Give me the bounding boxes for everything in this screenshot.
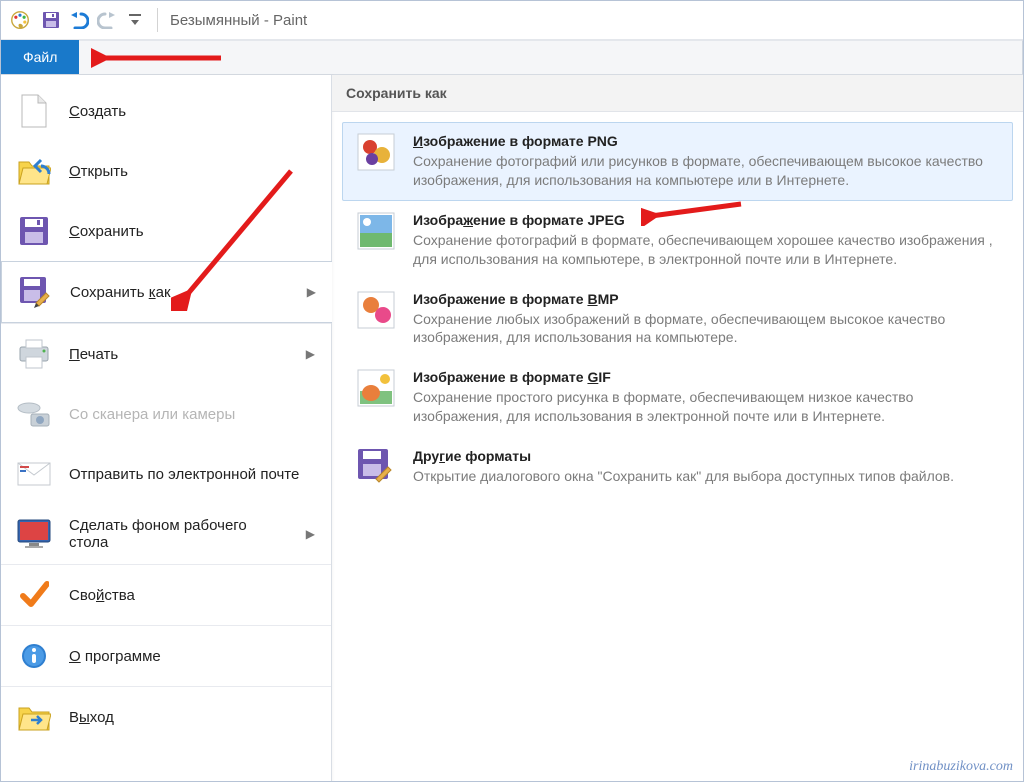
print-icon [17, 337, 51, 371]
exit-folder-icon [17, 700, 51, 734]
open-folder-icon [17, 154, 51, 188]
menu-item-label: Сохранить как [70, 284, 289, 301]
menu-item-label: Сохранить [69, 223, 315, 240]
format-title: Изображение в формате JPEG [413, 212, 998, 228]
info-icon [17, 639, 51, 673]
format-desc: Открытие диалогового окна "Сохранить как… [413, 467, 998, 486]
menu-item-label: О программе [69, 648, 315, 665]
file-backstage: Создать Открыть Сохранить Сохранить как [1, 75, 1023, 782]
qat-customize-dropdown[interactable] [125, 10, 145, 30]
format-desc: Сохранение любых изображений в формате, … [413, 310, 998, 348]
quick-access-toolbar [41, 10, 145, 30]
other-format-icon [357, 448, 395, 486]
gif-thumb-icon [357, 369, 395, 407]
paint-window: Безымянный - Paint Файл Создать Открыть [0, 0, 1024, 782]
format-desc: Сохранение фотографий в формате, обеспеч… [413, 231, 998, 269]
menu-item-label: Отправить по электронной почте [69, 466, 315, 483]
submenu-arrow-icon: ▶ [306, 527, 315, 541]
format-title: Изображение в формате BMP [413, 291, 998, 307]
menu-item-label: Открыть [69, 163, 315, 180]
ribbon-empty-area [79, 40, 1023, 74]
format-option-gif[interactable]: Изображение в формате GIF Сохранение про… [342, 358, 1013, 437]
menu-item-label: Выход [69, 709, 315, 726]
qat-undo-button[interactable] [69, 10, 89, 30]
menu-item-save-as[interactable]: Сохранить как ▶ [1, 261, 332, 323]
format-title: Изображение в формате PNG [413, 133, 998, 149]
ribbon-tabs: Файл [1, 40, 1023, 75]
email-icon [17, 457, 51, 491]
new-file-icon [17, 94, 51, 128]
qat-redo-button[interactable] [97, 10, 117, 30]
save-as-format-list: Изображение в формате PNG Сохранение фот… [332, 112, 1023, 507]
format-desc: Сохранение простого рисунка в формате, о… [413, 388, 998, 426]
menu-item-save[interactable]: Сохранить [1, 201, 331, 261]
jpeg-thumb-icon [357, 212, 395, 250]
window-title: Безымянный - Paint [170, 12, 307, 29]
format-option-jpeg[interactable]: Изображение в формате JPEG Сохранение фо… [342, 201, 1013, 280]
save-as-pane-header: Сохранить как [332, 75, 1023, 112]
tab-file[interactable]: Файл [1, 40, 79, 74]
title-bar: Безымянный - Paint [1, 1, 1023, 40]
menu-item-properties[interactable]: Свойства [1, 564, 331, 625]
format-option-bmp[interactable]: Изображение в формате BMP Сохранение люб… [342, 280, 1013, 359]
desktop-icon [17, 517, 51, 551]
menu-item-label: Печать [69, 346, 288, 363]
menu-item-exit[interactable]: Выход [1, 686, 331, 747]
submenu-arrow-icon: ▶ [307, 285, 316, 299]
paint-app-icon [9, 9, 31, 31]
checkmark-icon [17, 578, 51, 612]
menu-item-scanner: Со сканера или камеры [1, 384, 331, 444]
menu-item-label: Сделать фоном рабочего стола [69, 517, 288, 551]
format-desc: Сохранение фотографий или рисунков в фор… [413, 152, 998, 190]
save-icon [17, 214, 51, 248]
scanner-icon [17, 397, 51, 431]
menu-item-print[interactable]: Печать ▶ [1, 323, 331, 384]
menu-item-create[interactable]: Создать [1, 81, 331, 141]
menu-item-open[interactable]: Открыть [1, 141, 331, 201]
qat-save-button[interactable] [41, 10, 61, 30]
format-title: Другие форматы [413, 448, 998, 464]
menu-item-about[interactable]: О программе [1, 625, 331, 686]
title-separator [157, 8, 158, 32]
format-title: Изображение в формате GIF [413, 369, 998, 385]
format-option-png[interactable]: Изображение в формате PNG Сохранение фот… [342, 122, 1013, 201]
submenu-arrow-icon: ▶ [306, 347, 315, 361]
menu-item-label: Со сканера или камеры [69, 406, 315, 423]
png-thumb-icon [357, 133, 395, 171]
menu-item-wallpaper[interactable]: Сделать фоном рабочего стола ▶ [1, 504, 331, 564]
save-as-icon [18, 275, 52, 309]
save-as-pane: Сохранить как Изображение в формате PNG … [332, 75, 1023, 782]
bmp-thumb-icon [357, 291, 395, 329]
menu-item-email[interactable]: Отправить по электронной почте [1, 444, 331, 504]
format-option-other[interactable]: Другие форматы Открытие диалогового окна… [342, 437, 1013, 497]
watermark-text: irinabuzikova.com [909, 759, 1013, 775]
file-menu: Создать Открыть Сохранить Сохранить как [1, 75, 332, 782]
menu-item-label: Создать [69, 103, 315, 120]
menu-item-label: Свойства [69, 587, 315, 604]
